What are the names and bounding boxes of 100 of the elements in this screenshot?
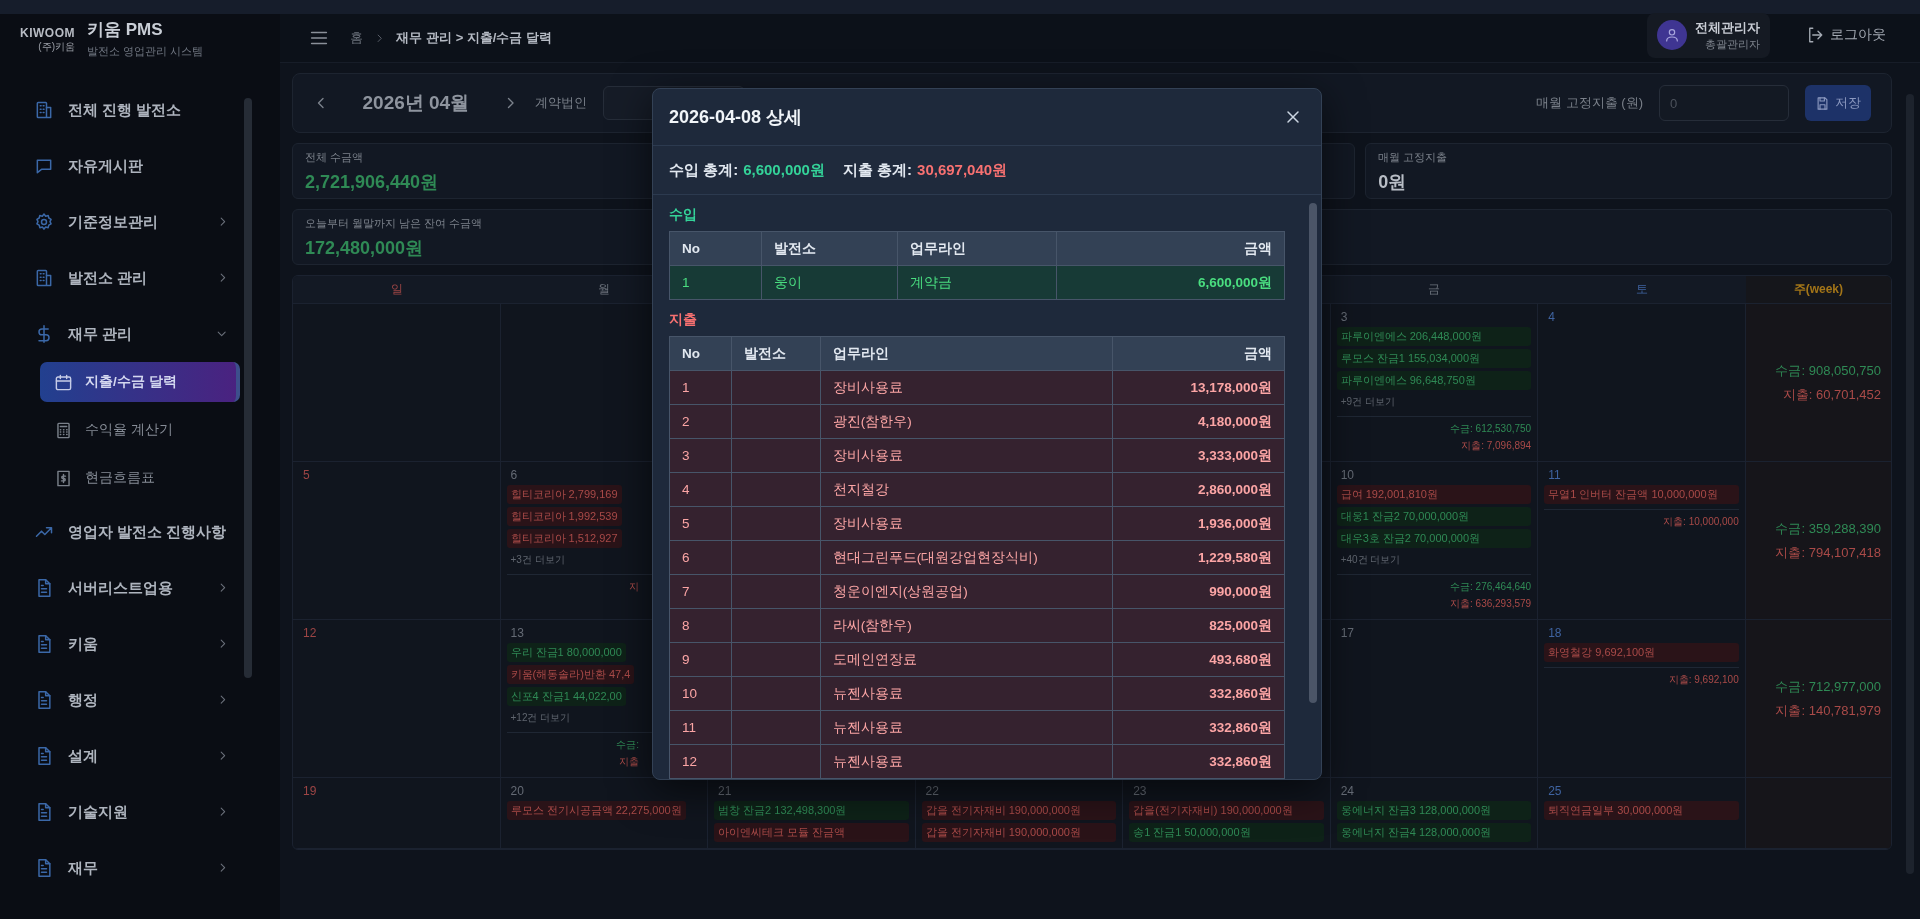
calendar-cell[interactable]: 3 파루이엔에스 206,448,000원 루모스 잔금1 155,034,000원 파루이엔에스 96,648,750원 +9건 더보기 수금: 612,530,750 지출: 7,096,894	[1330, 304, 1539, 462]
column-header: No	[669, 336, 731, 371]
calendar-cell[interactable]: 22 갑을 전기자재비 190,000,000원 갑을 전기자재비 190,000,000원	[915, 778, 1124, 849]
sidebar-item[interactable]: 발전소 관리	[0, 256, 246, 300]
sidebar-item[interactable]: 키움	[0, 622, 246, 666]
table-cell: 332,860원	[1112, 676, 1285, 711]
calendar-cell[interactable]: 17	[1330, 620, 1539, 778]
calendar-entry[interactable]: 파루이엔에스 206,448,000원	[1336, 327, 1532, 346]
calendar-cell[interactable]: 19	[293, 778, 501, 849]
calendar-entry[interactable]: 파루이엔에스 96,648,750원	[1336, 371, 1532, 390]
calendar-cell[interactable]: 21 범창 잔금2 132,498,300원 아이엔씨테크 모듈 잔금액	[708, 778, 916, 849]
breadcrumb-link[interactable]: 홈	[350, 29, 363, 47]
calendar-cell[interactable]: 4	[1538, 304, 1746, 462]
calendar-entry[interactable]: 루모스 잔금1 155,034,000원	[1336, 349, 1532, 368]
logout-icon	[1806, 26, 1824, 44]
table-cell: 12	[669, 744, 731, 779]
sidebar-item[interactable]: 설계	[0, 734, 246, 778]
table-cell: 4,180,000원	[1112, 404, 1285, 439]
table-cell: 6	[669, 540, 731, 575]
sidebar-item[interactable]: 재무	[0, 846, 246, 890]
day-number: 10	[1340, 468, 1354, 482]
calendar-cell[interactable]: 12	[293, 620, 501, 778]
building-icon	[34, 268, 54, 288]
calendar-entry[interactable]: 갑을 전기자재비 190,000,000원	[921, 823, 1117, 842]
calendar-entry[interactable]: 퇴직연금일부 30,000,000원	[1544, 801, 1739, 820]
settings-icon	[34, 212, 54, 232]
calendar-cell[interactable]: 11 무열1 인버터 잔금액 10,000,000원 지출: 10,000,000	[1538, 462, 1746, 620]
chat-bubble-icon	[34, 156, 54, 176]
calendar-entry[interactable]: 갑을(전기자재비) 190,000,000원	[1129, 801, 1324, 820]
sidebar-item[interactable]: 자유게시판	[0, 144, 246, 188]
daily-total: 지출: 9,692,100	[1668, 673, 1739, 687]
sidebar-item[interactable]: 전체 진행 발전소	[0, 88, 246, 132]
more-link[interactable]: +12건 더보기	[506, 709, 575, 727]
table-cell: 뉴젠사용료	[820, 676, 1113, 711]
day-number: 19	[303, 784, 317, 798]
calendar-entry[interactable]: 우리 잔금1 80,000,000	[506, 643, 626, 662]
scrollbar[interactable]	[244, 98, 252, 678]
calendar-entry[interactable]: 송1 잔금1 50,000,000원	[1129, 823, 1324, 842]
calendar-cell[interactable]: 20 루모스 전기시공금액 22,275,000원	[500, 778, 709, 849]
calendar-entry[interactable]: 힐티코리아 1,512,927	[506, 529, 622, 548]
sidebar-item[interactable]: 영업자 발전소 진행사항	[0, 510, 246, 554]
calendar-cell[interactable]: 24 웅에너지 잔금3 128,000,000원 웅에너지 잔금4 128,000,000원	[1330, 778, 1539, 849]
day-number: 5	[303, 468, 310, 482]
more-link[interactable]: +3건 더보기	[506, 551, 569, 569]
calendar-entry[interactable]: 웅에너지 잔금4 128,000,000원	[1336, 823, 1532, 842]
calendar-entry[interactable]: 급여 192,001,810원	[1336, 485, 1532, 504]
calendar-entry[interactable]: 웅에너지 잔금3 128,000,000원	[1336, 801, 1532, 820]
table-cell: 10	[669, 676, 731, 711]
scrollbar[interactable]	[1309, 203, 1317, 703]
calendar-entry[interactable]: 키움(해동솔라)반환 47,4	[506, 665, 635, 684]
more-link[interactable]: +40건 더보기	[1336, 551, 1405, 569]
table-cell: 1	[669, 265, 762, 300]
table-cell: 9	[669, 642, 731, 677]
table-cell: 뉴젠사용료	[820, 744, 1113, 779]
breadcrumb-current: 재무 관리 > 지출/수금 달력	[396, 29, 553, 47]
calendar-cell[interactable]: 25 퇴직연금일부 30,000,000원	[1538, 778, 1746, 849]
more-link[interactable]: +9건 더보기	[1336, 393, 1399, 411]
weekly-total: 지출: 60,701,452	[1782, 385, 1881, 404]
table-cell: 2	[669, 404, 731, 439]
sidebar-item[interactable]: 서버리스트업용	[0, 566, 246, 610]
column-header: 금	[1330, 276, 1539, 304]
table-cell: 웅이	[761, 265, 898, 300]
table-cell: 장비사용료	[820, 438, 1113, 473]
sidebar-subitem[interactable]: 수익율 계산기	[40, 410, 240, 450]
calendar-cell[interactable]: 5	[293, 462, 501, 620]
calendar-entry[interactable]: 화영철강 9,692,100원	[1544, 643, 1739, 662]
calendar-entry[interactable]: 신포4 잔금1 44,022,00	[506, 687, 626, 706]
weekly-total: 수금: 908,050,750	[1775, 361, 1881, 380]
sidebar-item[interactable]: 기술지원	[0, 790, 246, 834]
calendar-entry[interactable]: 범창 잔금2 132,498,300원	[714, 801, 909, 820]
daily-total: 수금:	[616, 738, 640, 752]
calendar-entry[interactable]: 무열1 인버터 잔금액 10,000,000원	[1544, 485, 1739, 504]
column-header: No	[669, 231, 762, 266]
calendar-entry[interactable]: 대우3호 잔금2 70,000,000원	[1336, 529, 1532, 548]
calendar-entry[interactable]: 루모스 전기시공금액 22,275,000원	[506, 801, 686, 820]
table-cell: 6,600,000원	[1056, 265, 1285, 300]
sidebar-item[interactable]: 기준정보관리	[0, 200, 246, 244]
sidebar-subitem[interactable]: 현금흐름표	[40, 458, 240, 498]
sidebar-item[interactable]: 재무 관리	[0, 312, 246, 356]
calendar-entry[interactable]: 힐티코리아 1,992,539	[506, 507, 622, 526]
day-number: 12	[303, 626, 317, 640]
sidebar-item[interactable]: 행정	[0, 678, 246, 722]
table-cell: 8	[669, 608, 731, 643]
calendar-entry[interactable]: 힐티코리아 2,799,169	[506, 485, 622, 504]
card-label: 매월 고정지출	[1378, 151, 1448, 165]
chevron-right-icon	[507, 97, 515, 109]
user-icon	[1664, 27, 1680, 43]
calendar-entry[interactable]: 대웅1 잔금2 70,000,000원	[1336, 507, 1532, 526]
sidebar-subitem[interactable]: 지출/수금 달력	[40, 362, 240, 402]
logout-button[interactable]: 로그아웃	[1800, 25, 1892, 45]
save-button[interactable]: 저장	[1805, 85, 1871, 121]
calendar-cell[interactable]: 18 화영철강 9,692,100원 지출: 9,692,100	[1538, 620, 1746, 778]
user-badge[interactable]: 전체관리자 총괄관리자	[1647, 12, 1770, 58]
building-icon	[34, 100, 54, 120]
column-header: 주(week)	[1745, 276, 1891, 304]
calendar-entry[interactable]: 아이엔씨테크 모듈 잔금액	[714, 823, 909, 842]
calendar-cell[interactable]: 23 갑을(전기자재비) 190,000,000원 송1 잔금1 50,000,000원	[1123, 778, 1331, 849]
save-icon	[1815, 95, 1830, 111]
calendar-entry[interactable]: 갑을 전기자재비 190,000,000원	[921, 801, 1117, 820]
calendar-cell[interactable]: 10 급여 192,001,810원 대웅1 잔금2 70,000,000원 대우3호 잔금2 70,000,000원 +40건 더보기 수금: 276,464,640 지출: 636,293,579	[1330, 462, 1539, 620]
